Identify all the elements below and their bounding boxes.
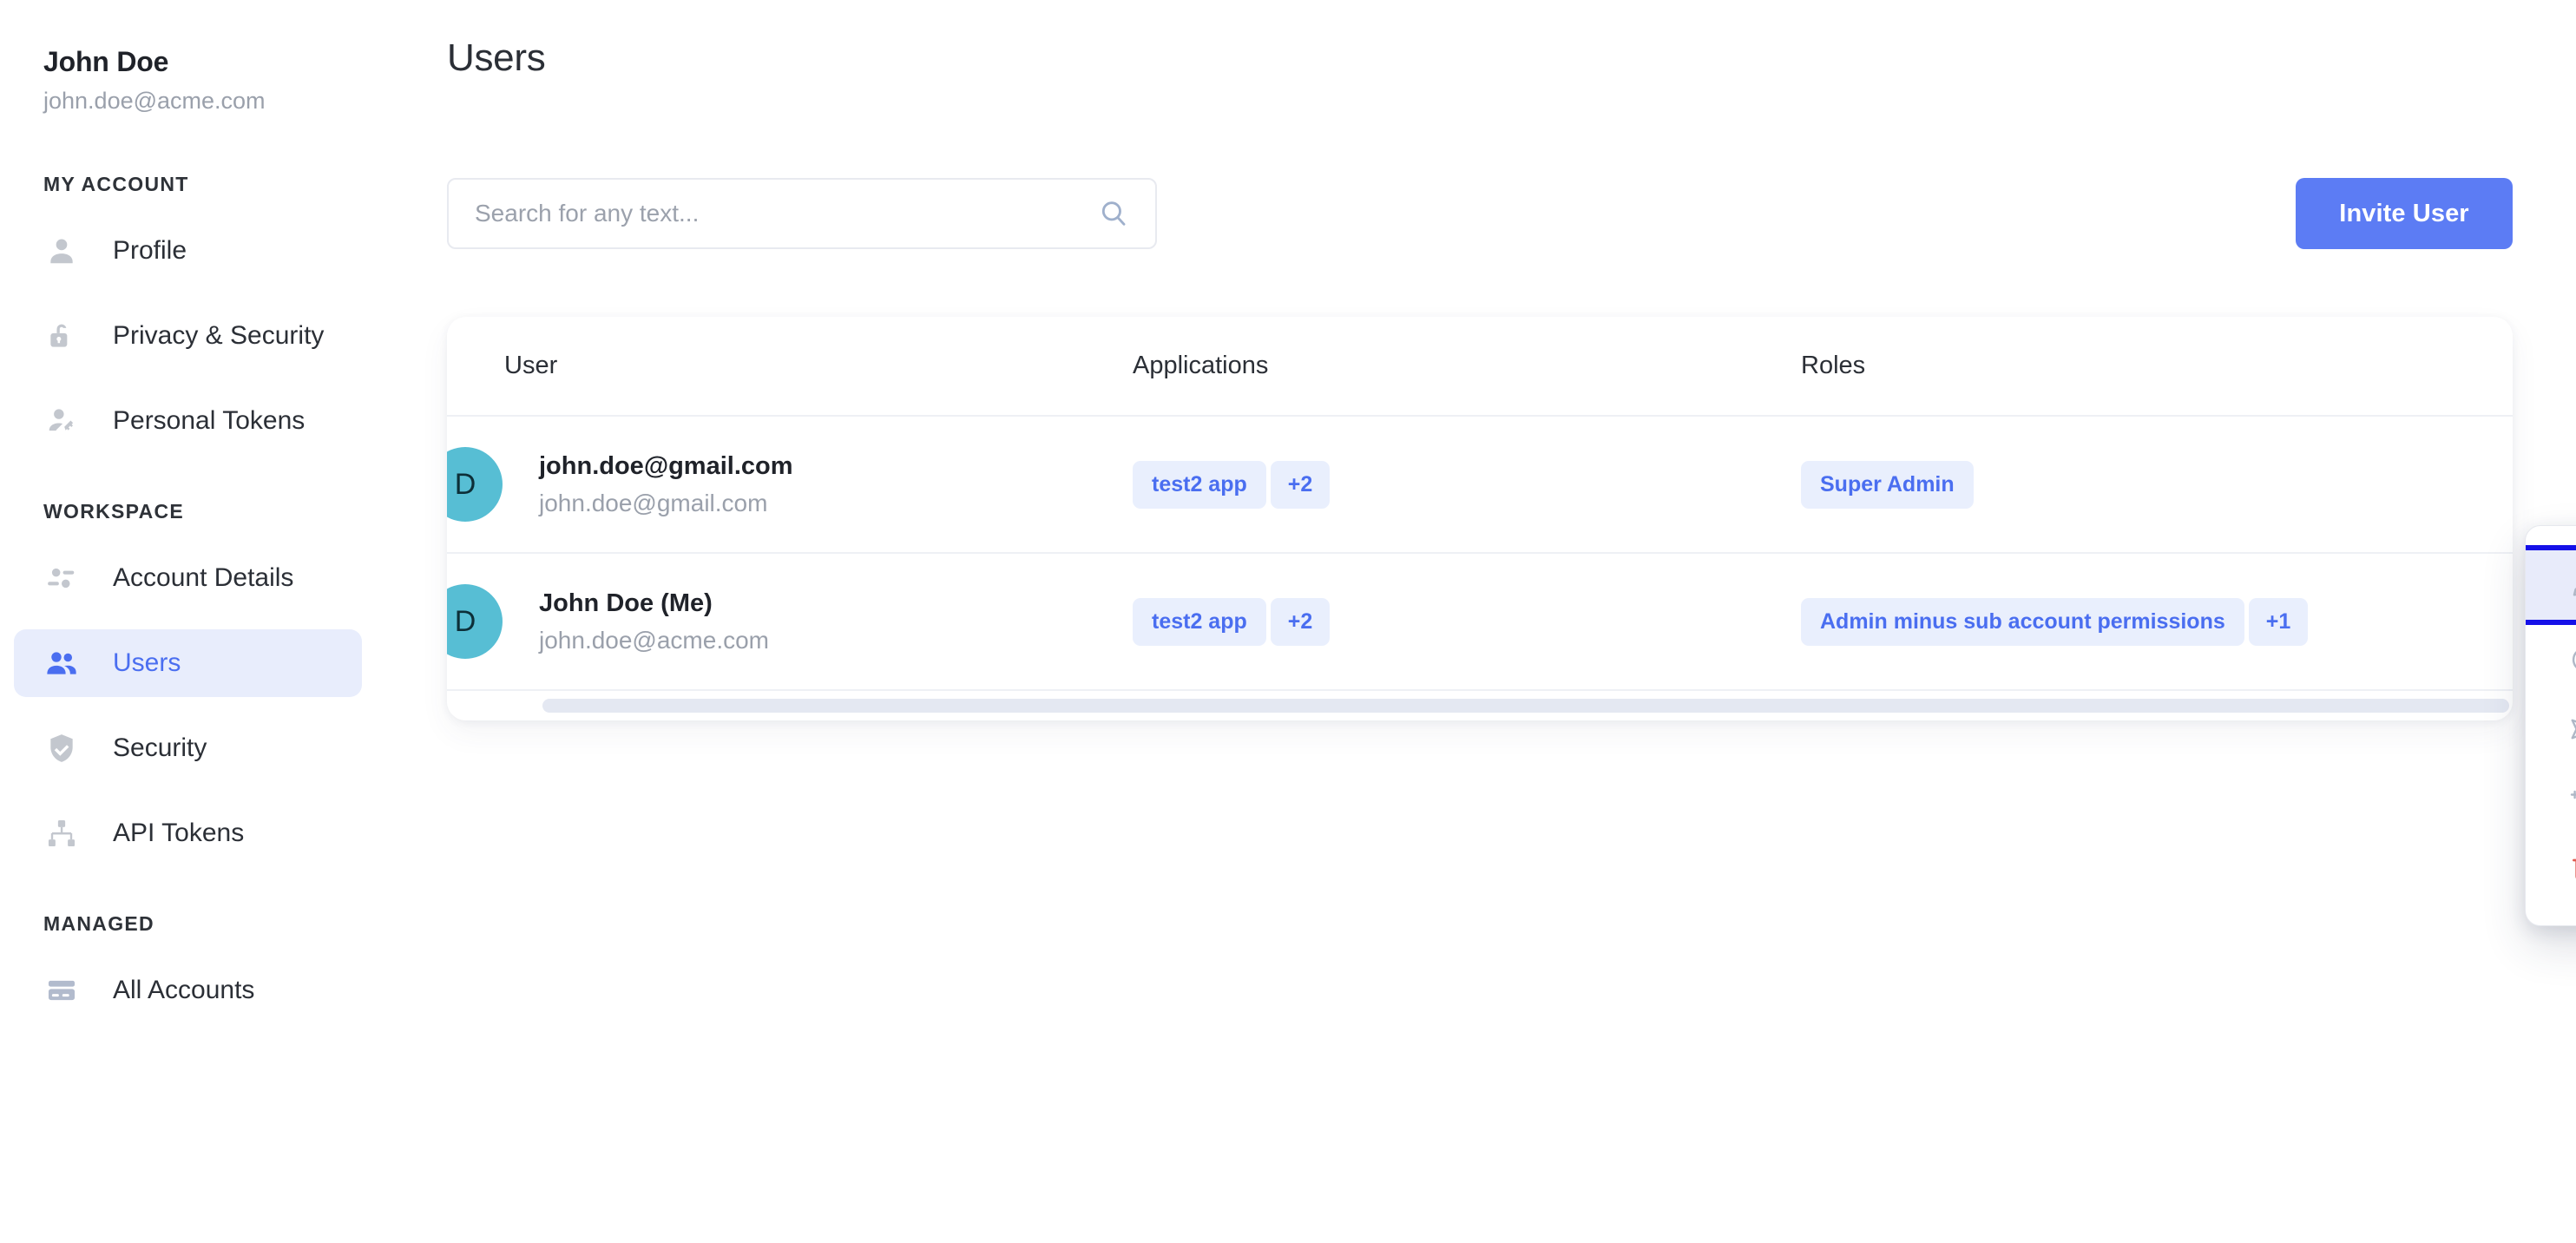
account-email: john.doe@acme.com — [43, 87, 404, 115]
sidebar-item-users[interactable]: Users — [14, 629, 362, 697]
menu-item-disable-user[interactable]: Disable User — [2526, 625, 2576, 694]
application-overflow-chip[interactable]: +2 — [1271, 461, 1331, 509]
table-header-row: User Applications Roles Joined Last Seen — [447, 317, 2513, 417]
search-icon[interactable] — [1098, 198, 1129, 229]
table-header-applications: Applications — [1133, 352, 1801, 380]
role-chip[interactable]: Super Admin — [1801, 461, 1974, 509]
sidebar-item-security[interactable]: Security — [14, 714, 362, 782]
table-row[interactable]: D john.doe@gmail.com john.doe@gmail.com … — [447, 417, 2513, 554]
block-icon — [2566, 641, 2576, 679]
pencil-icon — [2566, 566, 2576, 604]
person-icon — [43, 233, 80, 269]
sidebar-item-label: Personal Tokens — [113, 406, 305, 436]
trash-icon — [2566, 849, 2576, 887]
people-icon — [43, 645, 80, 681]
role-chip[interactable]: Admin minus sub account permissions — [1801, 598, 2244, 646]
sidebar-section-workspace: WORKSPACE — [0, 500, 404, 523]
row-context-menu: Edit roles Disable User Resend invitatio… — [2525, 525, 2576, 926]
menu-item-delete-user[interactable]: Delete User — [2526, 833, 2576, 903]
person-add-icon — [2566, 779, 2576, 818]
sidebar: John Doe john.doe@acme.com MY ACCOUNT Pr… — [0, 0, 404, 1243]
table-horizontal-scrollbar[interactable] — [447, 691, 2513, 720]
avatar: D — [447, 447, 503, 522]
user-primary-text: John Doe (Me) — [539, 588, 769, 619]
sidebar-item-label: Account Details — [113, 563, 293, 593]
user-secondary-text: john.doe@gmail.com — [539, 488, 793, 518]
sidebar-section-my-account: MY ACCOUNT — [0, 173, 404, 196]
menu-item-application-assignment[interactable]: Application assignment — [2526, 764, 2576, 833]
menu-item-resend-invitation-email[interactable]: Resend invitation email — [2526, 694, 2576, 764]
scrollbar-thumb[interactable] — [542, 699, 2509, 713]
applications-cell: test2 app +2 — [1133, 461, 1801, 509]
user-cell: D john.doe@gmail.com john.doe@gmail.com — [447, 447, 1133, 522]
sidebar-item-label: Privacy & Security — [113, 321, 324, 351]
sidebar-section-managed: MANAGED — [0, 912, 404, 936]
app-root: John Doe john.doe@acme.com MY ACCOUNT Pr… — [0, 0, 2576, 1243]
user-cell: D John Doe (Me) john.doe@acme.com — [447, 584, 1133, 659]
sidebar-item-profile[interactable]: Profile — [14, 217, 362, 285]
shield-check-icon — [43, 730, 80, 766]
menu-item-edit-roles[interactable]: Edit roles — [2526, 545, 2576, 625]
sidebar-item-label: All Accounts — [113, 976, 254, 1005]
sidebar-item-label: Profile — [113, 236, 187, 266]
application-chip[interactable]: test2 app — [1133, 461, 1266, 509]
person-key-icon — [43, 403, 80, 439]
sidebar-item-label: Users — [113, 648, 181, 678]
roles-cell: Admin minus sub account permissions +1 — [1801, 598, 2513, 646]
sidebar-item-all-accounts[interactable]: All Accounts — [14, 957, 362, 1024]
applications-cell: test2 app +2 — [1133, 598, 1801, 646]
sidebar-item-account-details[interactable]: Account Details — [14, 544, 362, 612]
account-name: John Doe — [43, 45, 404, 78]
search-box[interactable] — [447, 178, 1157, 249]
table-header-roles: Roles — [1801, 352, 2513, 380]
sitemap-icon — [43, 815, 80, 852]
avatar: D — [447, 584, 503, 659]
page-title: Users — [447, 36, 545, 80]
card-icon — [43, 972, 80, 1009]
sidebar-account-block: John Doe john.doe@acme.com — [0, 0, 404, 115]
send-icon — [2566, 710, 2576, 748]
unlock-icon — [43, 318, 80, 354]
main-content: Users Invite User User Applications Role… — [404, 0, 2576, 1243]
user-secondary-text: john.doe@acme.com — [539, 625, 769, 655]
users-table: User Applications Roles Joined Last Seen… — [447, 317, 2513, 720]
user-primary-text: john.doe@gmail.com — [539, 451, 793, 482]
application-overflow-chip[interactable]: +2 — [1271, 598, 1331, 646]
sidebar-item-api-tokens[interactable]: API Tokens — [14, 799, 362, 867]
sidebar-item-label: API Tokens — [113, 819, 244, 848]
sidebar-item-privacy-security[interactable]: Privacy & Security — [14, 302, 362, 370]
table-row[interactable]: D John Doe (Me) john.doe@acme.com test2 … — [447, 554, 2513, 691]
sidebar-item-personal-tokens[interactable]: Personal Tokens — [14, 387, 362, 455]
roles-cell: Super Admin — [1801, 461, 2513, 509]
sliders-icon — [43, 560, 80, 596]
application-chip[interactable]: test2 app — [1133, 598, 1266, 646]
search-input[interactable] — [475, 200, 1098, 227]
sidebar-item-label: Security — [113, 733, 207, 763]
table-header-user: User — [447, 352, 1133, 380]
role-overflow-chip[interactable]: +1 — [2249, 598, 2309, 646]
invite-user-button[interactable]: Invite User — [2296, 178, 2513, 249]
